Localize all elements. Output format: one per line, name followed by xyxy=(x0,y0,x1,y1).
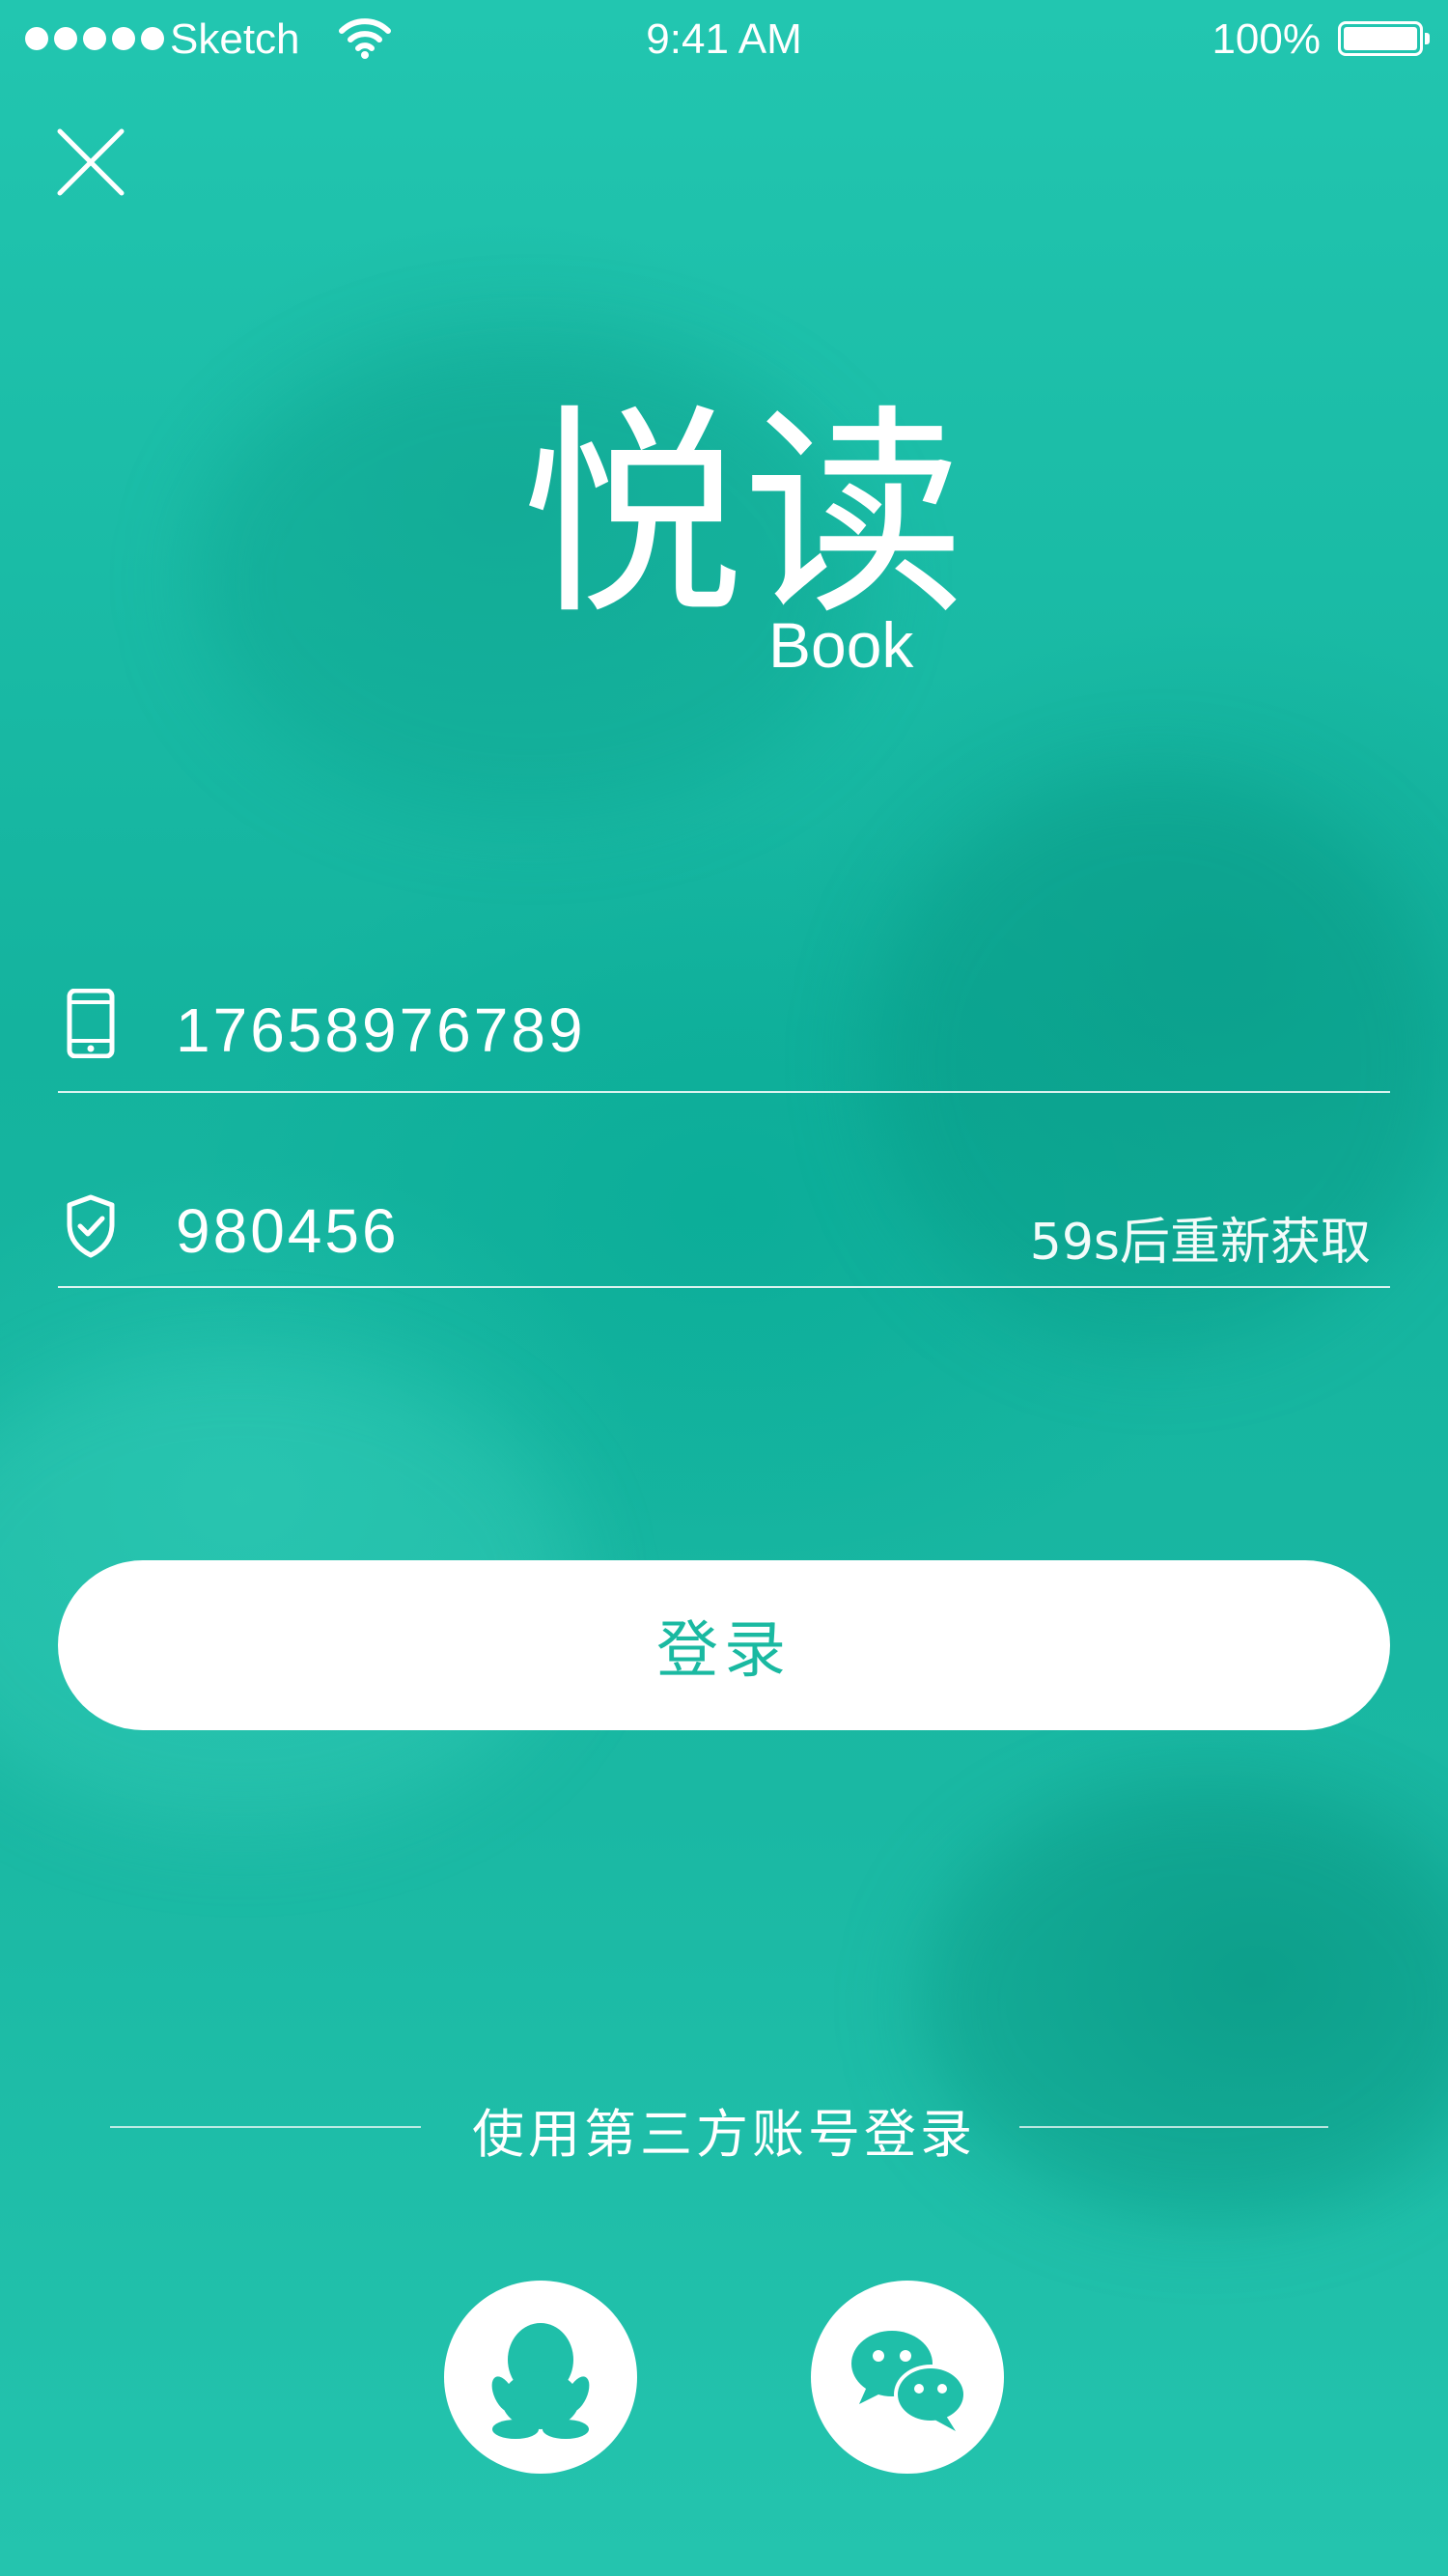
qq-login-button[interactable] xyxy=(444,2281,637,2474)
third-party-login-divider: 使用第三方账号登录 xyxy=(0,2091,1448,2165)
status-bar: Sketch 9:41 AM 100% xyxy=(0,0,1448,81)
phone-number-value[interactable]: 17658976789 xyxy=(176,994,586,1066)
phone-field[interactable]: 17658976789 xyxy=(58,975,1390,1093)
wechat-icon xyxy=(851,2331,967,2431)
battery-icon xyxy=(1338,21,1430,56)
verification-code-field[interactable]: 980456 59s后重新获取 xyxy=(58,1178,1390,1288)
qq-icon xyxy=(491,2323,590,2439)
verification-code-value[interactable]: 980456 xyxy=(176,1195,400,1267)
logo-english-text: Book xyxy=(768,609,914,681)
login-button[interactable]: 登录 xyxy=(58,1560,1390,1730)
close-icon[interactable] xyxy=(54,126,127,199)
app-logo: 悦读 Book xyxy=(0,406,1448,695)
divider-line-right xyxy=(1019,2126,1328,2128)
resend-code-button[interactable]: 59s后重新获取 xyxy=(1030,1201,1371,1274)
logo-chinese-text: 悦读 xyxy=(521,387,966,645)
phone-icon xyxy=(67,989,115,1058)
battery-percentage: 100% xyxy=(1211,15,1321,63)
shield-check-icon xyxy=(67,1194,115,1258)
wechat-login-button[interactable] xyxy=(811,2281,1004,2474)
login-screen: Sketch 9:41 AM 100% 悦读 Book 17658976789 xyxy=(0,0,1448,2576)
third-party-login-label: 使用第三方账号登录 xyxy=(472,2104,976,2165)
